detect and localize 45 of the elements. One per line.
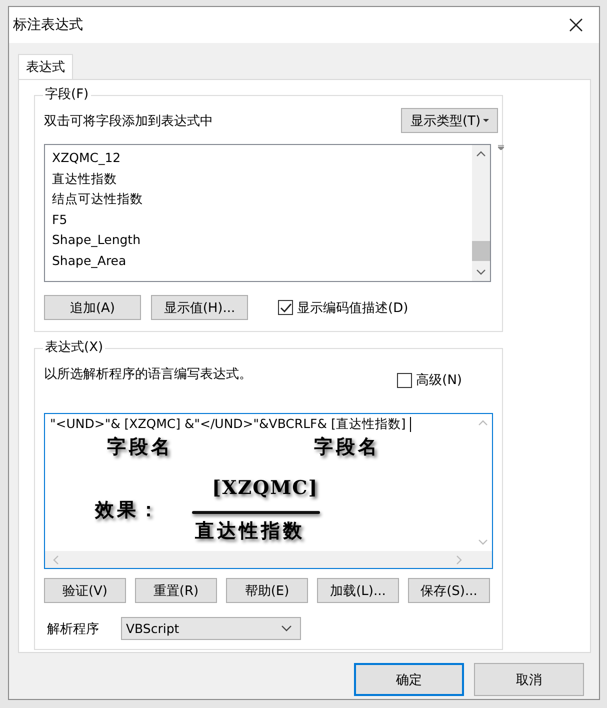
annotation-text: 效果： — [95, 498, 161, 522]
expression-field[interactable]: "<UND>"& [XZQMC] &"</UND>"&VBCRLF& [直达性指数] 字段名 字段名 效果： [XZQMC] 直达性指数 — [44, 413, 493, 569]
annotation-text: 直达性指数 — [195, 519, 305, 543]
close-icon[interactable] — [569, 18, 583, 32]
scroll-thumb[interactable] — [472, 241, 490, 261]
hint-text: 以所选解析程序的语言编写表达式。 — [44, 366, 252, 383]
checkbox[interactable]: 高级(N) — [397, 371, 462, 389]
field-list[interactable]: XZQMC_12 直达性指数 结点可达性指数 F5 Shape_Length Shape_Area — [44, 144, 491, 282]
action-button[interactable]: 帮助(E) — [226, 578, 308, 603]
action-button[interactable]: 验证(V) — [44, 578, 126, 603]
action-button[interactable]: 重置(R) — [135, 578, 217, 603]
caret-icon — [482, 118, 489, 122]
action-button[interactable]: 加载(L)... — [317, 578, 399, 603]
dialog-button[interactable]: 确定 — [354, 663, 464, 696]
field-item[interactable]: Shape_Area — [52, 250, 472, 271]
action-button[interactable]: 追加(A) — [44, 295, 141, 320]
group-title: 表达式(X) — [43, 340, 106, 356]
window-title: 标注表达式 — [13, 16, 83, 34]
chevron-down-icon[interactable] — [476, 269, 486, 275]
dialog-button[interactable]: 取消 — [474, 663, 584, 696]
field-item[interactable]: 直达性指数 — [52, 168, 472, 189]
group-title: 字段(F) — [43, 87, 91, 103]
parser-dropdown[interactable]: VBScript — [121, 617, 301, 640]
chevron-right-icon[interactable] — [456, 554, 462, 564]
scrollbar[interactable] — [472, 145, 490, 281]
chevron-down-icon — [281, 625, 292, 632]
parser-label: 解析程序 — [47, 620, 99, 638]
dropdown-icon[interactable] — [498, 145, 504, 150]
check-icon — [280, 302, 292, 312]
field-item[interactable]: Shape_Length — [52, 230, 472, 250]
tab[interactable]: 表达式 — [18, 54, 73, 79]
chevron-up-icon[interactable] — [476, 151, 486, 157]
action-button[interactable]: 显示值(H)... — [151, 295, 248, 320]
field-item[interactable]: XZQMC_12 — [52, 148, 472, 168]
scrollbar[interactable] — [45, 551, 492, 568]
annotation-text: 字段名 — [107, 435, 173, 459]
field-item[interactable]: F5 — [52, 210, 472, 230]
hint-text: 双击可将字段添加到表达式中 — [44, 112, 213, 130]
annotation-text: 字段名 — [314, 435, 380, 459]
action-button[interactable]: 保存(S)... — [408, 578, 490, 603]
checkbox[interactable]: 显示编码值描述(D) — [278, 298, 408, 316]
display-type-button[interactable]: 显示类型(T) — [401, 108, 498, 133]
field-item[interactable]: 结点可达性指数 — [52, 189, 472, 210]
chevron-left-icon[interactable] — [53, 554, 59, 564]
annotation-text: [XZQMC] — [212, 476, 318, 500]
